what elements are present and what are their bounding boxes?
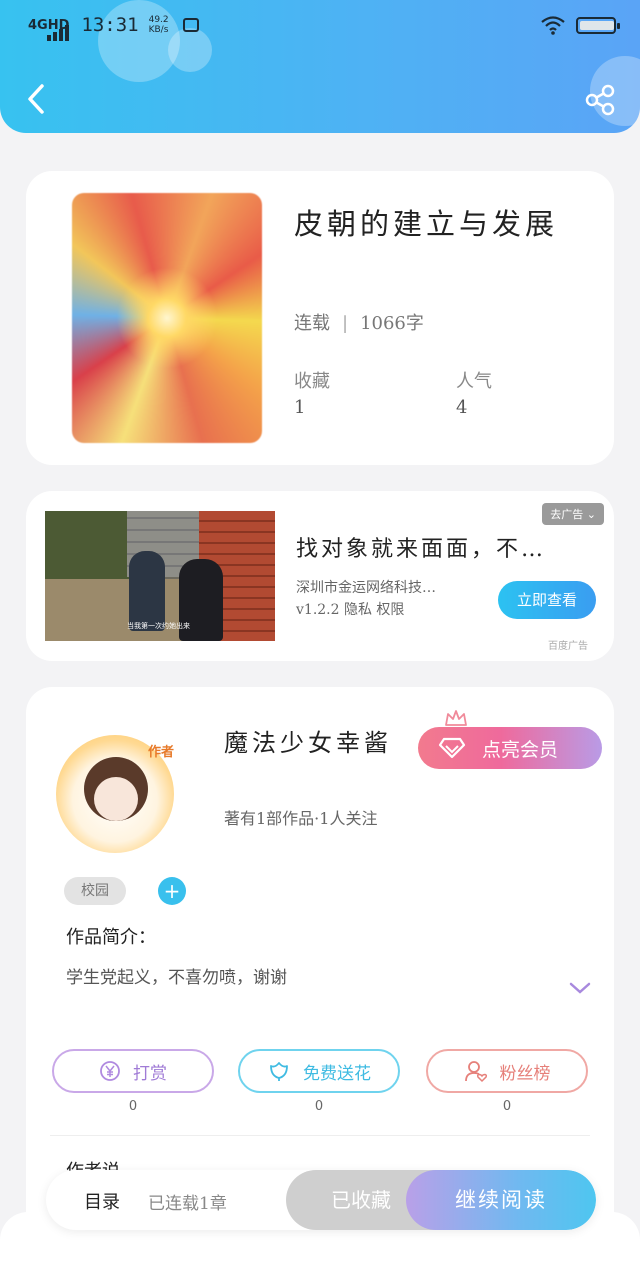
book-status: 连载 (294, 313, 330, 334)
ad-info[interactable]: v1.2.2 隐私 权限 (296, 599, 404, 619)
ad-image-caption: 当我第一次约她出来 (127, 622, 190, 630)
favorites-value: 1 (294, 397, 306, 418)
top-header: 4GHD 13:31 49.2 KB/s (0, 0, 640, 133)
send-flower-button[interactable]: 免费送花 (238, 1049, 400, 1093)
plus-icon: + (163, 879, 181, 903)
author-works-info: 著有1部作品·1人关注 (224, 809, 378, 828)
flower-icon (270, 1062, 288, 1081)
crown-icon (445, 710, 467, 726)
notification-icon (182, 18, 199, 32)
author-avatar[interactable]: 作者 (56, 735, 174, 853)
reward-button[interactable]: 打赏 (52, 1049, 214, 1093)
ad-image[interactable]: 当我第一次约她出来 (45, 511, 275, 641)
vip-button-label: 点亮会员 (482, 738, 559, 761)
intro-text: 学生党起义，不喜勿喷，谢谢 (66, 968, 287, 988)
author-card: 作者 魔法少女幸酱 点亮会员 著有1部作品·1人关注 校园 + 作品简介： 学生… (26, 687, 614, 1247)
ad-title: 找对象就来面面，不… (296, 537, 547, 562)
expand-chevron-icon[interactable] (568, 981, 592, 995)
fans-ranking-button[interactable]: 粉丝榜 (426, 1049, 588, 1093)
fans-ranking-label: 粉丝榜 (499, 1063, 551, 1084)
ad-card[interactable]: 当我第一次约她出来 去广告 ⌄ 找对象就来面面，不… 深圳市金运网络科技… v1… (26, 491, 614, 661)
diamond-icon (438, 737, 466, 759)
book-title: 皮朝的建立与发展 (294, 207, 559, 241)
remove-ad-label: 去广告 (550, 508, 584, 521)
chapter-count[interactable]: 已连载1章 (148, 1189, 227, 1214)
status-bar: 4GHD 13:31 49.2 KB/s (28, 10, 620, 41)
send-flower-label: 免费送花 (303, 1063, 371, 1084)
toc-button[interactable]: 目录 (84, 1188, 120, 1214)
signal-icon (47, 25, 70, 41)
intro-label: 作品简介： (66, 927, 156, 948)
ad-source: 百度广告 (548, 641, 588, 652)
book-meta: 连载 | 1066字 (294, 313, 424, 334)
continue-reading-button[interactable]: 继续阅读 (406, 1170, 596, 1230)
add-tag-button[interactable]: + (158, 877, 186, 905)
speed-unit: KB/s (148, 25, 169, 35)
divider (50, 1135, 590, 1136)
user-heart-icon (464, 1061, 487, 1083)
reward-label: 打赏 (133, 1063, 167, 1084)
popularity-value: 4 (456, 397, 468, 418)
author-name[interactable]: 魔法少女幸酱 (224, 723, 392, 758)
ad-company: 深圳市金运网络科技… (296, 580, 436, 596)
flower-count: 0 (314, 1099, 324, 1114)
speed-value: 49.2 (148, 15, 169, 25)
network-speed: 49.2 KB/s (149, 15, 169, 35)
favorites-label: 收藏 (294, 371, 330, 392)
share-icon[interactable] (584, 84, 616, 116)
remove-ad-button[interactable]: 去广告 ⌄ (542, 503, 604, 525)
bottom-action-bar: 目录 已连载1章 已收藏 继续阅读 (46, 1170, 596, 1230)
popularity-label: 人气 (456, 371, 492, 392)
back-icon[interactable] (22, 82, 52, 116)
wifi-icon (541, 16, 565, 35)
battery-icon (576, 16, 620, 34)
genre-tag[interactable]: 校园 (64, 877, 126, 905)
chevron-down-icon: ⌄ (586, 508, 596, 521)
reward-count: 0 (128, 1099, 138, 1114)
ad-view-button[interactable]: 立即查看 (498, 581, 596, 619)
yen-coin-icon (100, 1061, 120, 1081)
word-count: 1066字 (360, 313, 424, 334)
fans-count: 0 (502, 1099, 512, 1114)
author-avatar-tag: 作者 (147, 745, 174, 760)
book-info-card: 皮朝的建立与发展 连载 | 1066字 收藏 1 人气 4 (26, 171, 614, 465)
clock: 13:31 (81, 14, 139, 36)
vip-button[interactable]: 点亮会员 (418, 710, 602, 769)
book-cover-image[interactable] (72, 193, 262, 443)
